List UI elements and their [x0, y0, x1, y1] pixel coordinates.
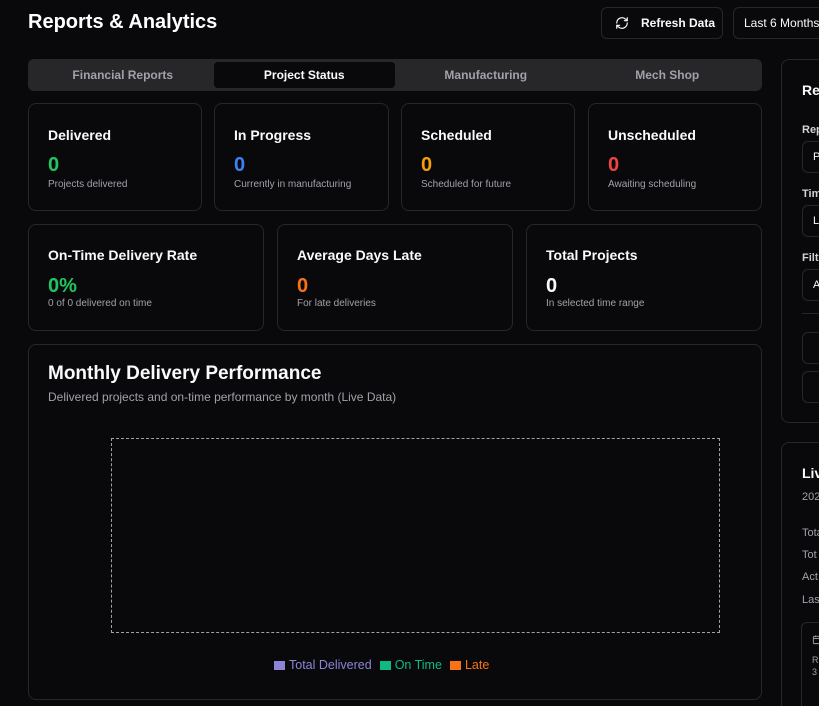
time-range-label: Last 6 Months [744, 16, 819, 30]
refresh-button-label: Refresh Data [641, 16, 716, 30]
legend-late[interactable]: Late [449, 658, 490, 672]
unscheduled-card: Unscheduled 0 Awaiting scheduling [588, 103, 762, 211]
card-label: In Progress [234, 127, 312, 143]
card-description: In selected time range [546, 298, 645, 309]
refresh-button[interactable]: Refresh Data [601, 7, 723, 39]
time-range-field[interactable]: L [802, 205, 819, 237]
legend-label: Late [464, 658, 490, 672]
legend-total-delivered[interactable]: Total Delivered [274, 658, 372, 672]
report-tabs: Financial Reports Project Status Manufac… [28, 59, 762, 91]
panel-heading: Liv [802, 465, 819, 481]
legend-label: Total Delivered [289, 658, 372, 672]
time-range-label: Tim [802, 188, 819, 200]
live-data-panel: Liv 202 Tota Tot Act Las R 3 [781, 442, 819, 706]
card-label: Average Days Late [297, 247, 422, 263]
card-label: Scheduled [421, 127, 492, 143]
tab-manufacturing[interactable]: Manufacturing [395, 62, 577, 88]
card-description: 0 of 0 delivered on time [48, 298, 152, 309]
export-button[interactable] [802, 332, 819, 364]
legend-swatch [274, 660, 285, 670]
tab-financial-reports[interactable]: Financial Reports [32, 62, 214, 88]
stat-row: Tot [802, 549, 817, 561]
card-description: Currently in manufacturing [234, 179, 352, 190]
legend-label: On Time [394, 658, 442, 672]
divider [802, 313, 819, 314]
on-time-rate-card: On-Time Delivery Rate 0% 0 of 0 delivere… [28, 224, 264, 331]
legend-on-time[interactable]: On Time [379, 658, 442, 672]
panel-heading: Re [802, 82, 819, 98]
monthly-delivery-performance-card: Monthly Delivery Performance Delivered p… [28, 344, 762, 700]
card-value: 0% [48, 275, 77, 297]
report-settings-panel: Re Rep P Tim L Filte A [781, 59, 819, 423]
info-box: R 3 [801, 622, 819, 706]
legend-swatch [379, 660, 391, 670]
info-line: 3 [812, 667, 818, 677]
chart-subtitle: Delivered projects and on-time performan… [48, 390, 397, 404]
card-label: Unscheduled [608, 127, 696, 143]
chart-title: Monthly Delivery Performance [48, 363, 322, 384]
stat-row: Las [802, 594, 819, 606]
card-description: Scheduled for future [421, 179, 512, 190]
filter-select[interactable]: A [802, 269, 819, 301]
filter-label: Filte [802, 252, 819, 264]
page-title: Reports & Analytics [28, 11, 218, 33]
chart-legend: Total Delivered On Time Late [274, 658, 489, 672]
stat-row: Tota [802, 527, 819, 539]
tab-project-status[interactable]: Project Status [213, 62, 395, 88]
time-range-select[interactable]: Last 6 Months [733, 7, 819, 39]
card-description: For late deliveries [297, 298, 376, 309]
stat-row: Act [802, 571, 818, 583]
card-value: 0 [48, 154, 60, 176]
report-type-label: Rep [802, 124, 819, 136]
info-line: R [812, 655, 819, 665]
card-label: On-Time Delivery Rate [48, 247, 198, 263]
card-description: Awaiting scheduling [608, 179, 697, 190]
in-progress-card: In Progress 0 Currently in manufacturing [214, 103, 389, 211]
tab-mech-shop[interactable]: Mech Shop [577, 62, 759, 88]
card-value: 0 [546, 275, 558, 297]
legend-swatch [449, 660, 461, 670]
calendar-icon [812, 632, 819, 650]
card-label: Delivered [48, 127, 112, 143]
scheduled-card: Scheduled 0 Scheduled for future [401, 103, 575, 211]
card-value: 0 [297, 275, 309, 297]
card-value: 0 [421, 154, 433, 176]
export-button-secondary[interactable] [802, 371, 819, 403]
panel-year: 202 [802, 491, 819, 503]
chart-plot-area [111, 438, 720, 633]
card-label: Total Projects [546, 247, 638, 263]
refresh-icon [615, 16, 629, 30]
total-projects-card: Total Projects 0 In selected time range [526, 224, 762, 331]
card-description: Projects delivered [48, 179, 128, 190]
delivered-card: Delivered 0 Projects delivered [28, 103, 202, 211]
card-value: 0 [608, 154, 620, 176]
card-value: 0 [234, 154, 246, 176]
average-days-late-card: Average Days Late 0 For late deliveries [277, 224, 513, 331]
report-type-select[interactable]: P [802, 141, 819, 173]
